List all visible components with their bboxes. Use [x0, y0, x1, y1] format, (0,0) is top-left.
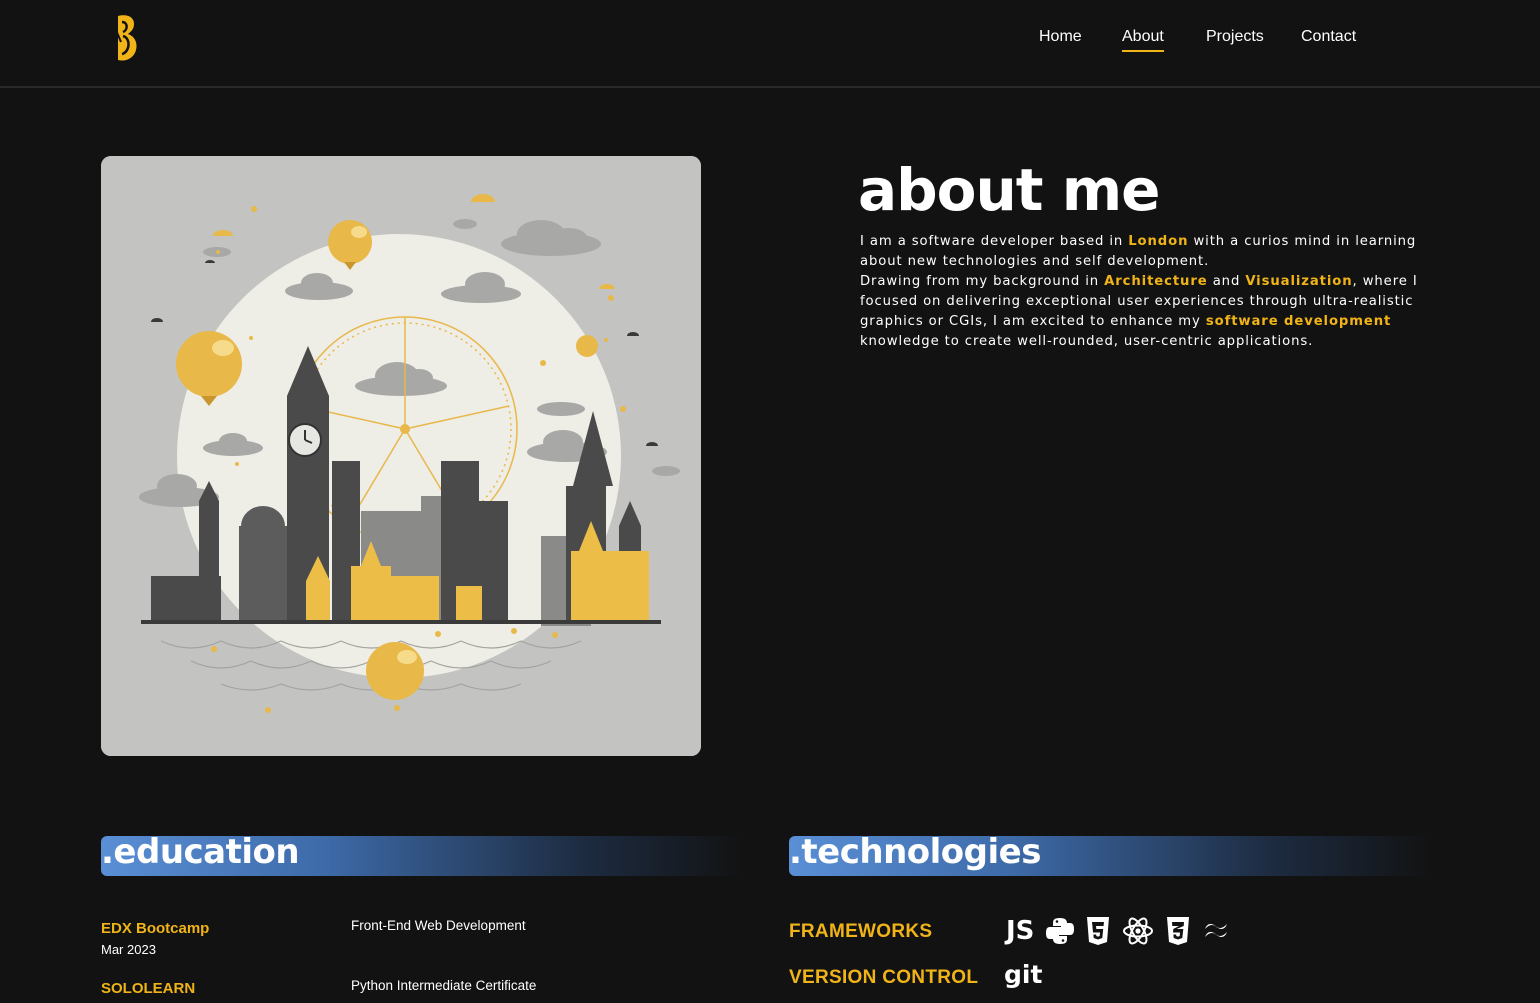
- education-item-desc: Python Intermediate Certificate: [351, 978, 537, 993]
- education-item-name: SOLOLEARN: [101, 980, 196, 997]
- nav-about-link[interactable]: About: [1122, 28, 1164, 52]
- python-icon: [1046, 918, 1075, 944]
- tech-icons-version-control: git: [1004, 960, 1054, 990]
- highlight-london: London: [1128, 234, 1189, 249]
- git-icon: git: [1004, 960, 1043, 989]
- logo-icon[interactable]: [112, 12, 140, 64]
- education-item-name: EDX Bootcamp: [101, 920, 210, 937]
- tailwind-icon: [1205, 924, 1228, 937]
- highlight-visualization: Visualization: [1245, 274, 1353, 289]
- nav-home-link[interactable]: Home: [1039, 28, 1082, 50]
- about-paragraph-2: Drawing from my background in Architectu…: [860, 274, 1418, 349]
- nav-projects-link[interactable]: Projects: [1206, 28, 1264, 50]
- education-header-bar: .education: [101, 832, 746, 876]
- nav-contact-link[interactable]: Contact: [1301, 28, 1356, 50]
- highlight-software-development: software development: [1205, 314, 1392, 329]
- highlight-architecture: Architecture: [1104, 274, 1208, 289]
- react-icon: [1123, 917, 1154, 945]
- education-title: .education: [101, 832, 300, 872]
- css3-icon: [1167, 917, 1190, 945]
- tech-icons-frameworks: JS: [1006, 916, 1242, 946]
- about-title: about me: [858, 156, 1160, 224]
- technologies-title: .technologies: [789, 832, 1041, 872]
- tech-row-label: VERSION CONTROL: [789, 967, 979, 988]
- javascript-icon: JS: [1006, 916, 1035, 946]
- tech-row-label: FRAMEWORKS: [789, 921, 933, 942]
- html5-icon: [1087, 917, 1110, 945]
- about-paragraph-1: I am a software developer based in Londo…: [860, 234, 1417, 269]
- technologies-header-bar: .technologies: [789, 832, 1434, 876]
- education-item-desc: Front-End Web Development: [351, 918, 526, 933]
- london-skyline-illustration: [101, 156, 701, 756]
- navbar: Home About Projects Contact: [0, 0, 1540, 88]
- about-description: I am a software developer based in Londo…: [860, 232, 1430, 352]
- education-item-date: Mar 2023: [101, 942, 156, 957]
